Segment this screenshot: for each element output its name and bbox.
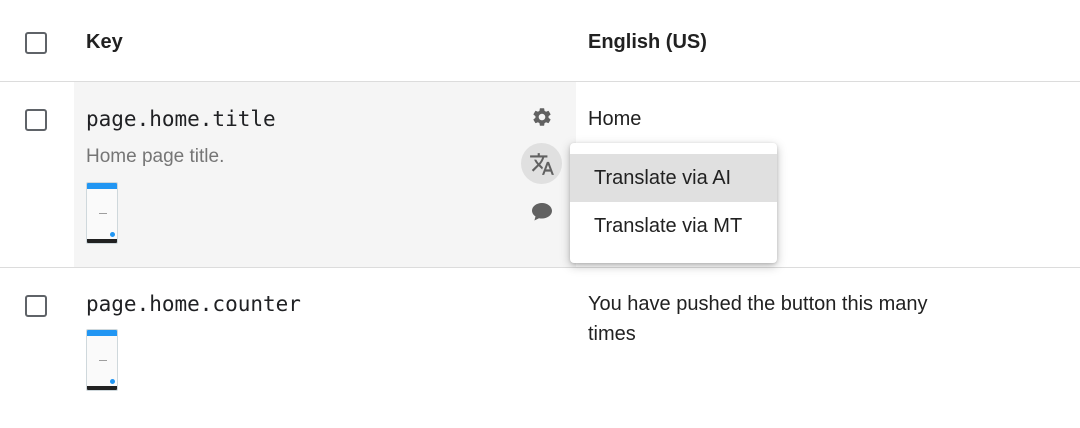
key-description: Home page title. [86,146,225,167]
screenshot-thumbnail[interactable] [86,329,118,391]
translation-key: page.home.title [86,107,276,131]
screenshot-thumbnail[interactable] [86,182,118,244]
comment-icon[interactable] [528,198,556,226]
key-column-header: Key [86,31,123,53]
row-checkbox[interactable] [25,295,47,317]
select-all-checkbox[interactable] [25,32,47,54]
table-row[interactable]: page.home.title Home page title. Home [0,82,1080,267]
table-row[interactable]: page.home.counter You have pushed the bu… [0,268,1080,428]
translation-value[interactable]: You have pushed the button this many tim… [588,289,968,349]
gear-icon[interactable] [528,103,556,131]
translate-via-ai-item[interactable]: Translate via AI [570,154,777,202]
translate-via-mt-item[interactable]: Translate via MT [570,202,777,250]
language-column-header: English (US) [588,31,707,53]
row-checkbox[interactable] [25,109,47,131]
translate-icon[interactable] [521,143,562,184]
translation-key: page.home.counter [86,292,301,316]
translation-value[interactable]: Home [588,104,641,134]
translate-menu: Translate via AI Translate via MT [570,143,777,263]
